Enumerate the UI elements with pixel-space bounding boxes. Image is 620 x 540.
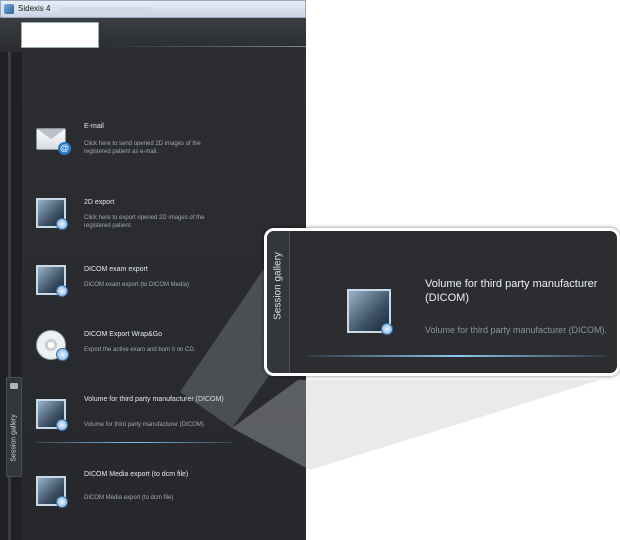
item-title: E-mail [84, 123, 104, 130]
item-description: DICOM exam export (to DICOM Media) [84, 282, 190, 288]
zoom-callout: Session gallery Volume for third party m… [264, 228, 620, 376]
list-item-email[interactable]: @ E-mail Click here to send opened 2D im… [36, 122, 232, 172]
gallery-icon [10, 383, 18, 389]
list-item-volume-dicom[interactable]: Volume for third party manufacturer (DIC… [36, 395, 232, 445]
app-icon [4, 4, 14, 14]
callout-selection-indicator [307, 355, 607, 357]
list-item-2d-export[interactable]: 2D export Click here to export opened 2D… [36, 198, 232, 248]
header-band [0, 18, 306, 53]
item-description: Click here to send opened 2D images of t… [84, 141, 201, 155]
item-description: Click here to export opened 2D images of… [84, 215, 205, 229]
disc-icon [36, 330, 69, 361]
item-description: Volume for third party manufacturer (DIC… [84, 422, 206, 428]
item-title: 2D export [84, 199, 115, 206]
dicom-export-icon [36, 265, 68, 297]
dicom-media-icon [36, 476, 68, 508]
header-divider [100, 46, 306, 47]
at-sign-icon: @ [58, 142, 71, 155]
selection-indicator [36, 442, 232, 443]
item-title: Volume for third party manufacturer (DIC… [84, 396, 224, 403]
list-item-dicom-wrap-go[interactable]: DICOM Export Wrap&Go Export the active e… [36, 330, 232, 380]
volume-icon [347, 289, 393, 335]
item-title: DICOM Media export (to dcm file) [84, 471, 189, 478]
callout-session-gallery-tab: Session gallery [267, 231, 290, 373]
list-item-dicom-media-export[interactable]: DICOM Media export (to dcm file) DICOM M… [36, 470, 232, 520]
image-export-icon [36, 198, 68, 230]
header-search-box[interactable] [21, 22, 99, 48]
item-title: DICOM exam export [84, 266, 148, 273]
callout-description: Volume for third party manufacturer (DIC… [425, 325, 608, 335]
envelope-flap [37, 129, 65, 139]
callout-title: Volume for third party manufacturer (DIC… [425, 278, 598, 304]
item-title: DICOM Export Wrap&Go [84, 331, 163, 338]
titlebar-decoration [61, 7, 151, 12]
tab-session-gallery[interactable]: Session gallery [6, 377, 22, 477]
list-item-dicom-exam-export[interactable]: DICOM exam export DICOM exam export (to … [36, 265, 232, 315]
item-description: DICOM Media export (to dcm file) [84, 495, 174, 501]
left-sidebar: Session gallery [0, 52, 23, 540]
tab-session-gallery-label: Session gallery [10, 414, 18, 462]
window-titlebar: Sidexis 4 [0, 0, 306, 18]
email-icon: @ [36, 128, 71, 155]
item-description: Export the active exam and burn it on CD… [84, 347, 196, 353]
window-title: Sidexis 4 [18, 4, 51, 13]
volume-icon [36, 399, 68, 431]
callout-tab-label: Session gallery [272, 252, 284, 320]
app-window: Session gallery @ E-mail Click here to s… [0, 18, 306, 540]
